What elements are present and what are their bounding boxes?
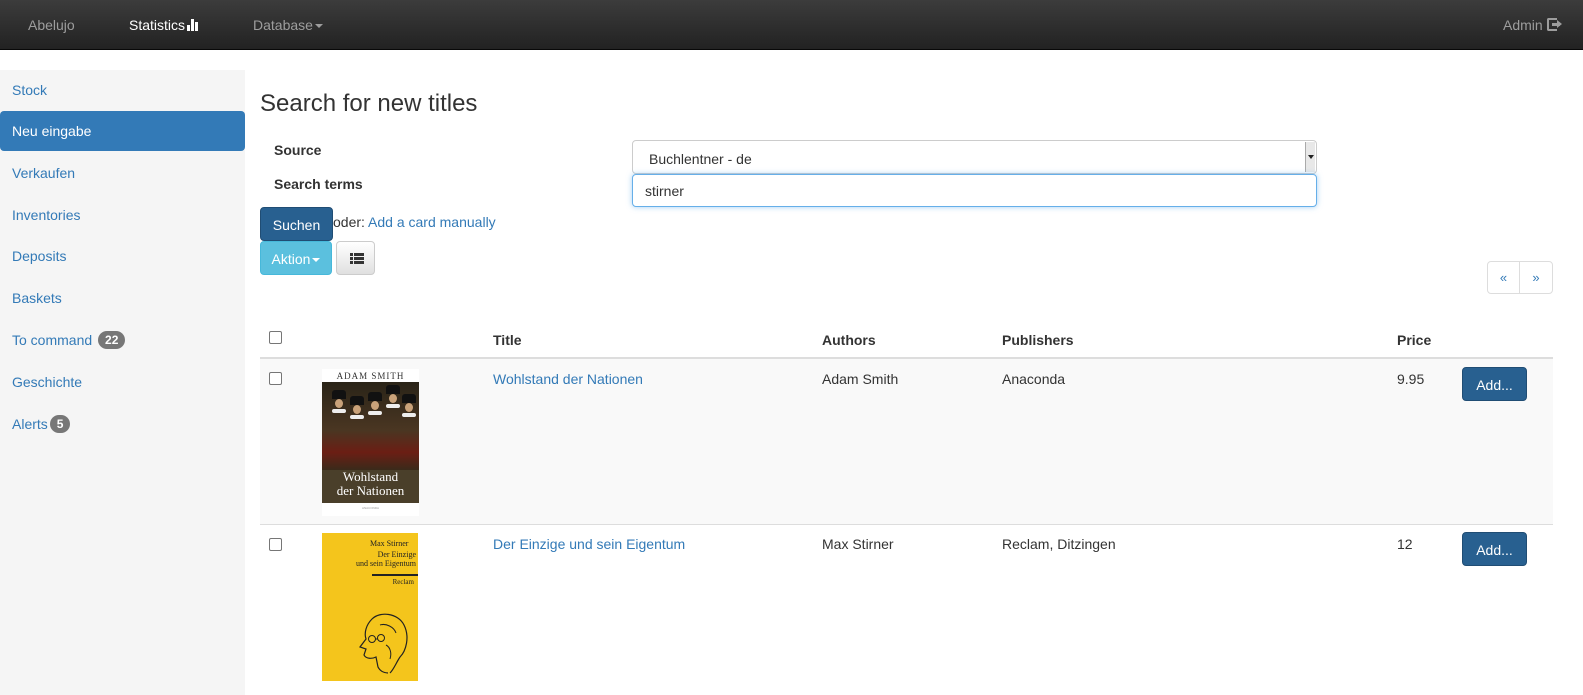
book-price: 9.95: [1397, 371, 1425, 387]
sidebar: Stock Neu eingabe Verkaufen Inventories …: [0, 70, 245, 695]
add-card-manually-link[interactable]: Add a card manually: [368, 214, 496, 230]
chevron-down-icon: [314, 24, 323, 29]
book-title-link[interactable]: Wohlstand der Nationen: [493, 371, 643, 387]
or-text: oder:: [333, 214, 365, 230]
action-dropdown-button[interactable]: Aktion: [260, 241, 332, 275]
cover-title-line: Der Einzige: [377, 550, 416, 559]
book-cover-image: ADAM SMITH Wohlstand der Nationen ANACON…: [322, 369, 419, 516]
book-publisher: Reclam, Ditzingen: [1002, 536, 1116, 552]
cover-painting: [322, 382, 419, 470]
search-button[interactable]: Suchen: [260, 207, 333, 241]
select-all-checkbox[interactable]: [269, 331, 282, 344]
book-price: 12: [1397, 536, 1413, 552]
column-header-title[interactable]: Title: [493, 332, 522, 348]
sidebar-item-alerts[interactable]: Alerts 5: [0, 404, 245, 444]
sidebar-item-geschichte[interactable]: Geschichte: [0, 362, 245, 402]
source-select-value: Buchlentner - de: [649, 151, 752, 167]
nav-database-dropdown[interactable]: Database: [253, 0, 323, 50]
sidebar-item-label: Alerts: [12, 416, 48, 432]
nav-statistics-label: Statistics: [129, 17, 186, 33]
nav-admin-logout[interactable]: Admin: [1503, 0, 1562, 50]
cover-rule: [372, 574, 418, 576]
brand-link[interactable]: Abelujo: [28, 0, 75, 50]
cover-title-text: Der Einzige und sein Eigentum: [346, 550, 416, 568]
column-header-authors[interactable]: Authors: [822, 332, 876, 348]
nav-user-label: Admin: [1503, 17, 1543, 33]
row-checkbox[interactable]: [269, 372, 282, 385]
cover-author-text: ADAM SMITH: [336, 371, 405, 381]
book-author: Max Stirner: [822, 536, 894, 552]
row-checkbox[interactable]: [269, 538, 282, 551]
sidebar-item-label: Geschichte: [12, 374, 83, 390]
add-book-button[interactable]: Add...: [1462, 367, 1527, 401]
or-add-manually: oder: Add a card manually: [333, 214, 496, 230]
sidebar-item-label: Stock: [12, 82, 48, 98]
search-input[interactable]: [632, 174, 1317, 207]
book-cover-image: Max Stirner Der Einzige und sein Eigentum…: [322, 533, 418, 681]
count-badge: 22: [98, 331, 126, 349]
sidebar-item-label: Neu eingabe: [12, 123, 92, 139]
cover-author-text: Max Stirner: [370, 539, 409, 548]
sidebar-item-deposits[interactable]: Deposits: [0, 236, 245, 276]
sidebar-item-stock[interactable]: Stock: [0, 70, 245, 110]
cover-title-line: der Nationen: [336, 483, 405, 498]
pager-next[interactable]: »: [1519, 261, 1553, 294]
action-button-label: Aktion: [271, 251, 311, 267]
nav-database-label: Database: [253, 17, 313, 33]
book-title-link[interactable]: Der Einzige und sein Eigentum: [493, 536, 685, 552]
chevron-down-icon: [312, 258, 321, 263]
sidebar-item-label: Inventories: [12, 207, 81, 223]
portrait-sketch-icon: [359, 613, 408, 674]
source-label: Source: [274, 142, 322, 158]
sidebar-item-label: Verkaufen: [12, 165, 76, 181]
list-view-button[interactable]: [336, 241, 375, 275]
table-row: [260, 359, 1553, 524]
sidebar-item-label: To command: [12, 332, 93, 348]
sidebar-item-inventories[interactable]: Inventories: [0, 195, 245, 235]
column-header-price[interactable]: Price: [1397, 332, 1431, 348]
source-select[interactable]: Buchlentner - de: [632, 140, 1317, 174]
search-terms-label: Search terms: [274, 176, 363, 192]
cover-title-line: Wohlstand: [342, 469, 399, 484]
nav-statistics[interactable]: Statistics: [129, 0, 200, 50]
sidebar-item-label: Baskets: [12, 290, 62, 306]
cover-title-panel: Wohlstand der Nationen: [322, 470, 419, 503]
sidebar-item-to-command[interactable]: To command 22: [0, 320, 245, 360]
bar-chart-icon: [187, 19, 200, 31]
sidebar-item-verkaufen[interactable]: Verkaufen: [0, 153, 245, 193]
cover-publisher-text: ANACONDA: [361, 506, 379, 510]
sidebar-item-neu-eingabe[interactable]: Neu eingabe: [0, 111, 245, 151]
pager-previous[interactable]: «: [1487, 261, 1520, 294]
sidebar-item-label: Deposits: [12, 248, 67, 264]
page-title: Search for new titles: [260, 90, 478, 117]
table-row: [260, 525, 1553, 695]
count-badge: 5: [49, 415, 71, 433]
cover-title-line: und sein Eigentum: [356, 559, 416, 568]
book-author: Adam Smith: [822, 371, 899, 387]
column-header-publishers[interactable]: Publishers: [1002, 332, 1074, 348]
cover-publisher-text: Reclam: [392, 578, 414, 586]
sidebar-item-baskets[interactable]: Baskets: [0, 278, 245, 318]
chevron-down-icon: [1305, 142, 1315, 172]
add-book-button[interactable]: Add...: [1462, 532, 1527, 566]
list-icon: [350, 253, 364, 264]
logout-icon: [1546, 18, 1562, 31]
book-publisher: Anaconda: [1002, 371, 1066, 387]
top-navbar: Abelujo Statistics Database Admin: [0, 0, 1583, 50]
